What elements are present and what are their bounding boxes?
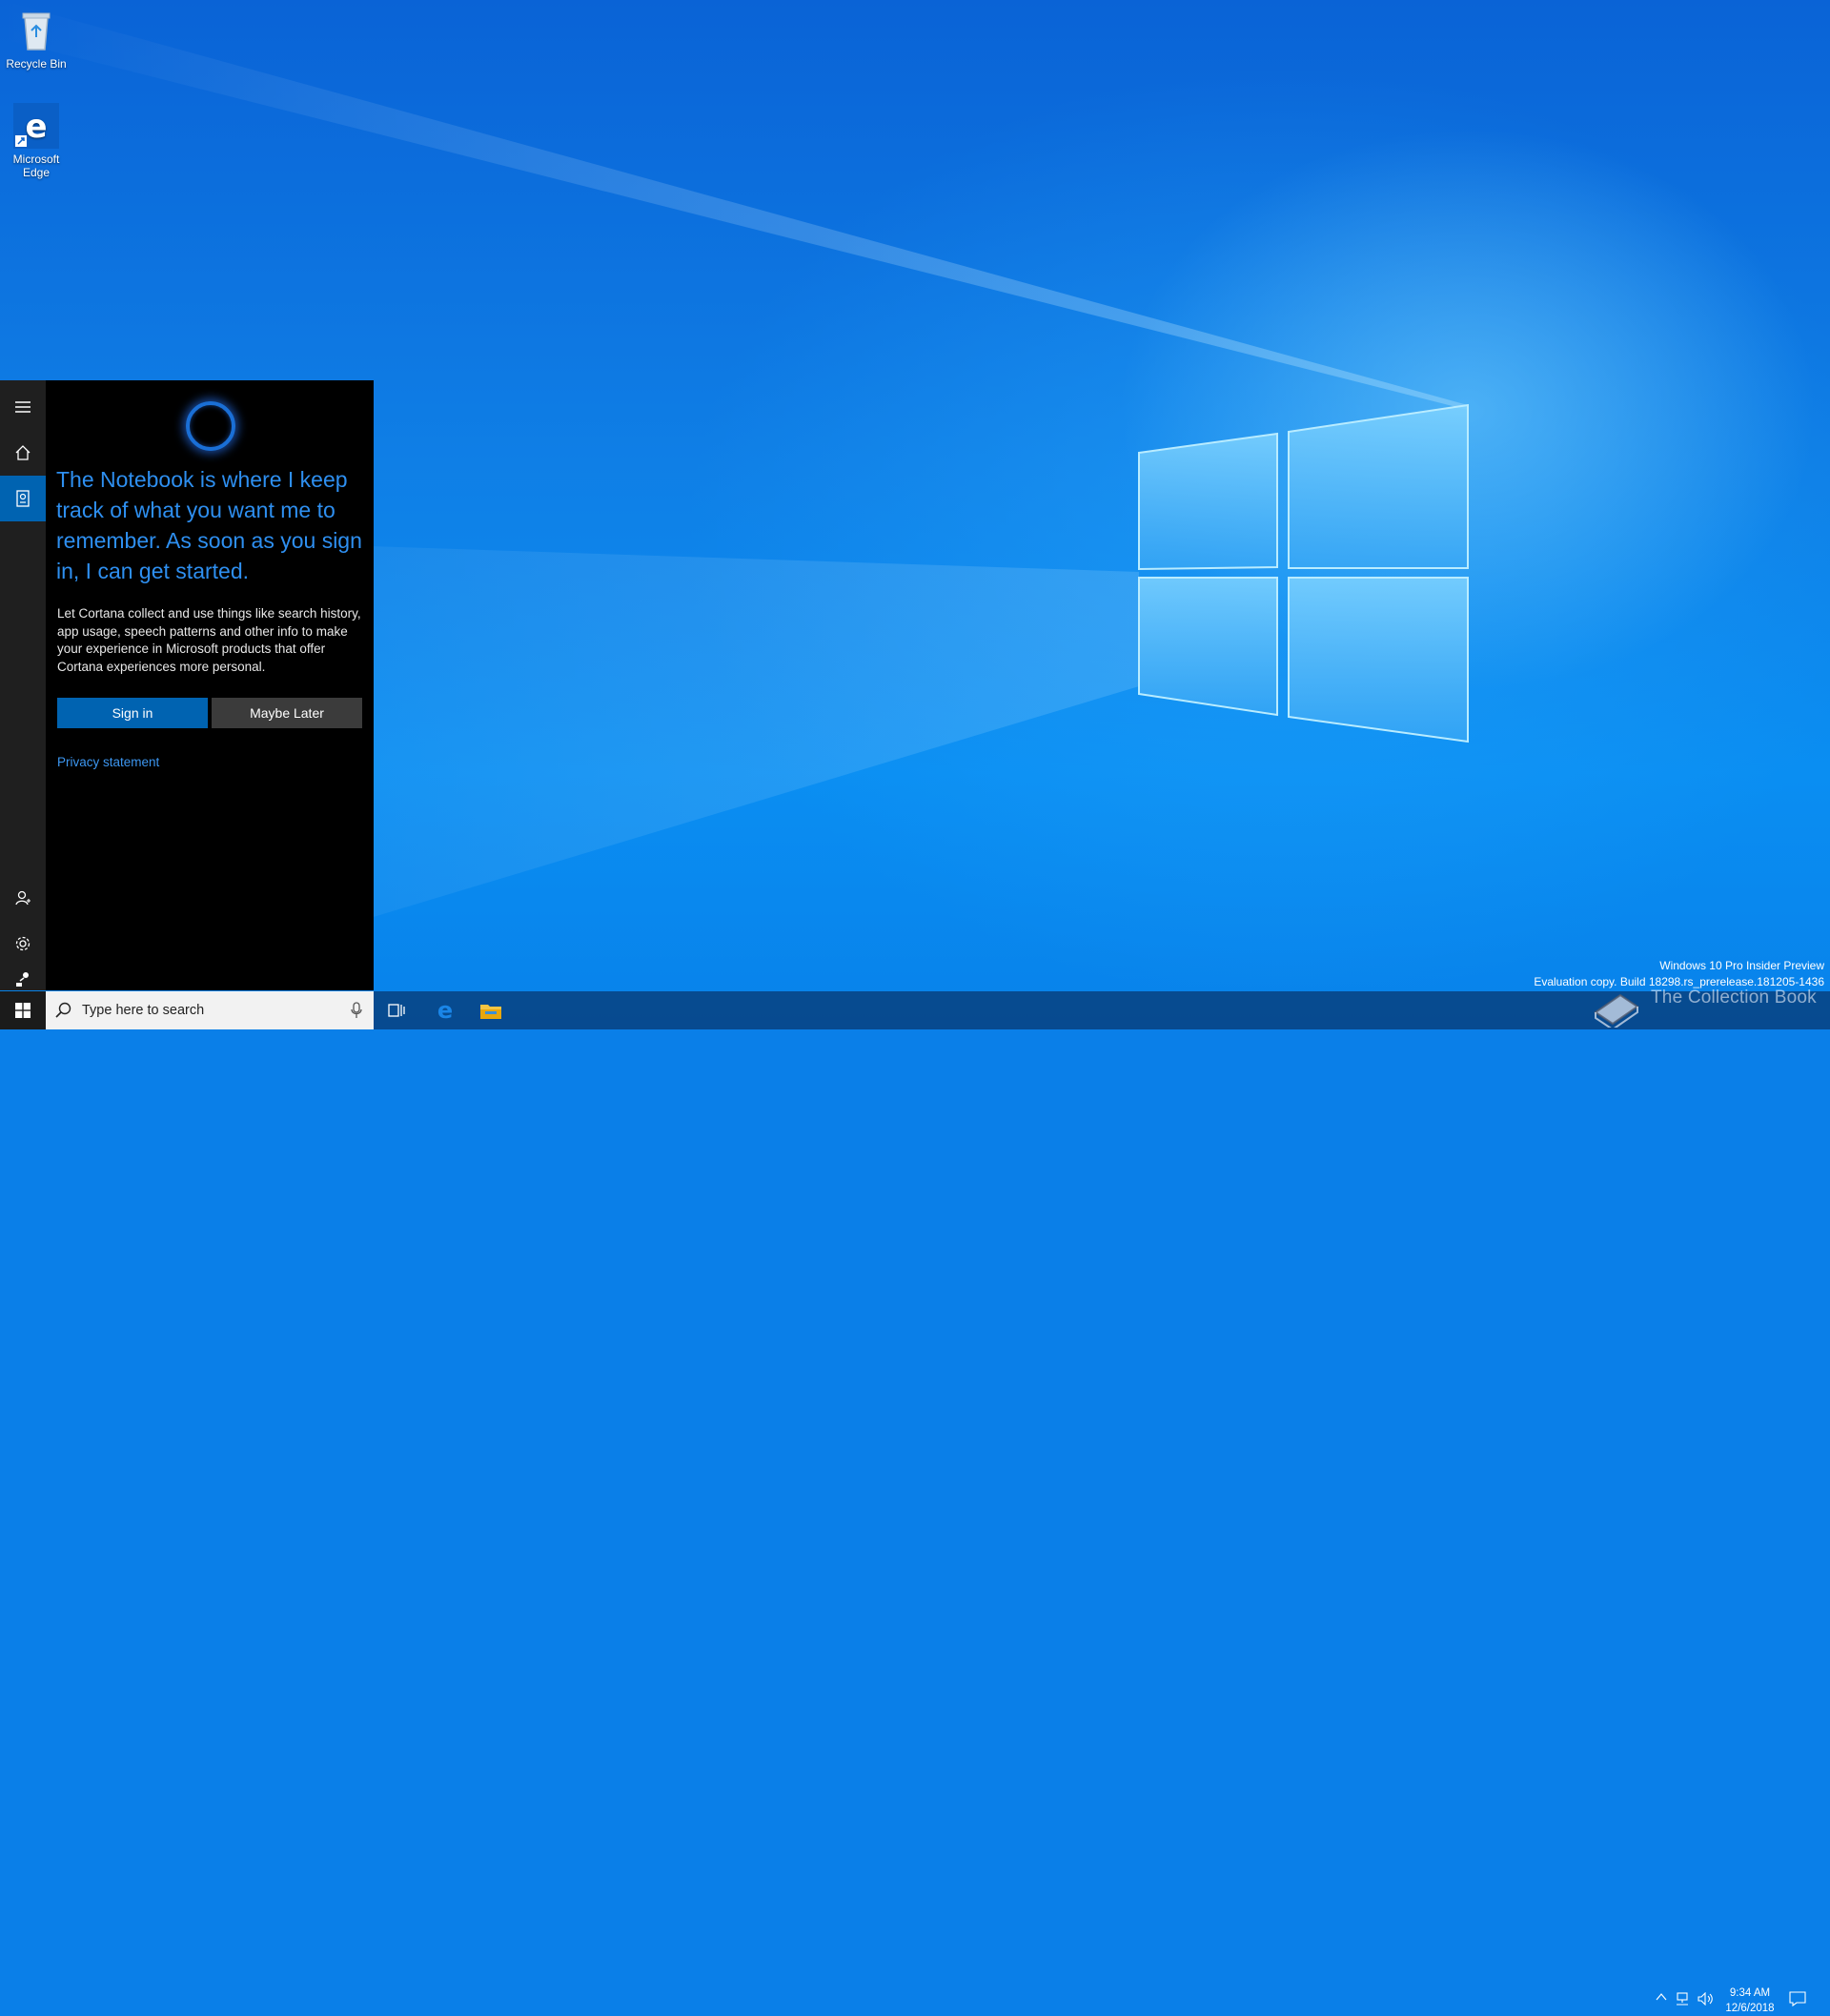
cortana-ring-icon [186,401,235,451]
home-button[interactable] [0,430,46,476]
desktop-icon-label: Recycle Bin [6,57,67,71]
account-button[interactable] [0,875,46,921]
svg-text:e: e [25,108,47,146]
gear-icon [15,936,30,951]
hamburger-menu-icon [15,401,30,413]
chevron-up-icon[interactable] [1656,1992,1667,2002]
network-icon[interactable] [1675,1992,1690,2006]
notebook-headline: The Notebook is where I keep track of wh… [56,467,362,583]
microphone-icon[interactable] [351,1002,362,1023]
edge-icon: e [437,999,453,1022]
notebook-icon [16,490,30,507]
watermark-edition: Windows 10 Pro Insider Preview [1659,959,1824,972]
cortana-content: The Notebook is where I keep track of wh… [46,380,374,990]
book-icon [1594,993,1639,1028]
cortana-nav-rail [0,380,46,990]
task-view-icon [388,1004,405,1017]
feedback-button[interactable] [0,967,46,990]
cortana-panel: The Notebook is where I keep track of wh… [0,380,374,990]
taskbar-file-explorer[interactable] [468,991,514,1029]
settings-button[interactable] [0,921,46,967]
windows-start-icon [15,1003,30,1018]
home-icon [15,445,30,460]
taskbar-search-box[interactable] [46,991,374,1029]
sign-in-button[interactable]: Sign in [57,698,208,728]
svg-text:e: e [437,999,453,1022]
task-view-button[interactable] [374,991,419,1029]
maybe-later-button[interactable]: Maybe Later [212,698,362,728]
taskbar: e 9:34 AM 12/6/2018 [0,991,1830,2014]
notebook-button[interactable] [0,476,46,521]
search-icon [55,1002,72,1023]
file-explorer-icon [480,1005,501,1019]
menu-button[interactable] [0,384,46,430]
action-center-icon[interactable] [1789,1991,1806,2006]
taskbar-clock[interactable]: 9:34 AM 12/6/2018 [1712,1985,1788,2016]
recycle-bin-icon [13,8,59,53]
cortana-description: Let Cortana collect and use things like … [57,606,361,674]
person-icon [15,890,30,906]
taskbar-edge[interactable]: e [422,991,468,1029]
clock-time: 9:34 AM [1729,1987,1771,1999]
search-input[interactable] [82,991,330,1029]
desktop-icon-edge[interactable]: e Microsoft Edge [0,103,72,179]
feedback-icon [16,971,29,987]
collection-book-watermark: The Collection Book [1651,988,1817,1008]
privacy-statement-link[interactable]: Privacy statement [57,755,159,769]
desktop-icon-recycle-bin[interactable]: Recycle Bin [0,8,72,71]
start-button[interactable] [0,991,46,1029]
desktop-icon-label: Microsoft Edge [12,153,60,179]
clock-date: 12/6/2018 [1725,2003,1775,2014]
edge-icon: e [13,103,59,149]
build-watermark: Windows 10 Pro Insider Preview Evaluatio… [1534,958,1824,990]
